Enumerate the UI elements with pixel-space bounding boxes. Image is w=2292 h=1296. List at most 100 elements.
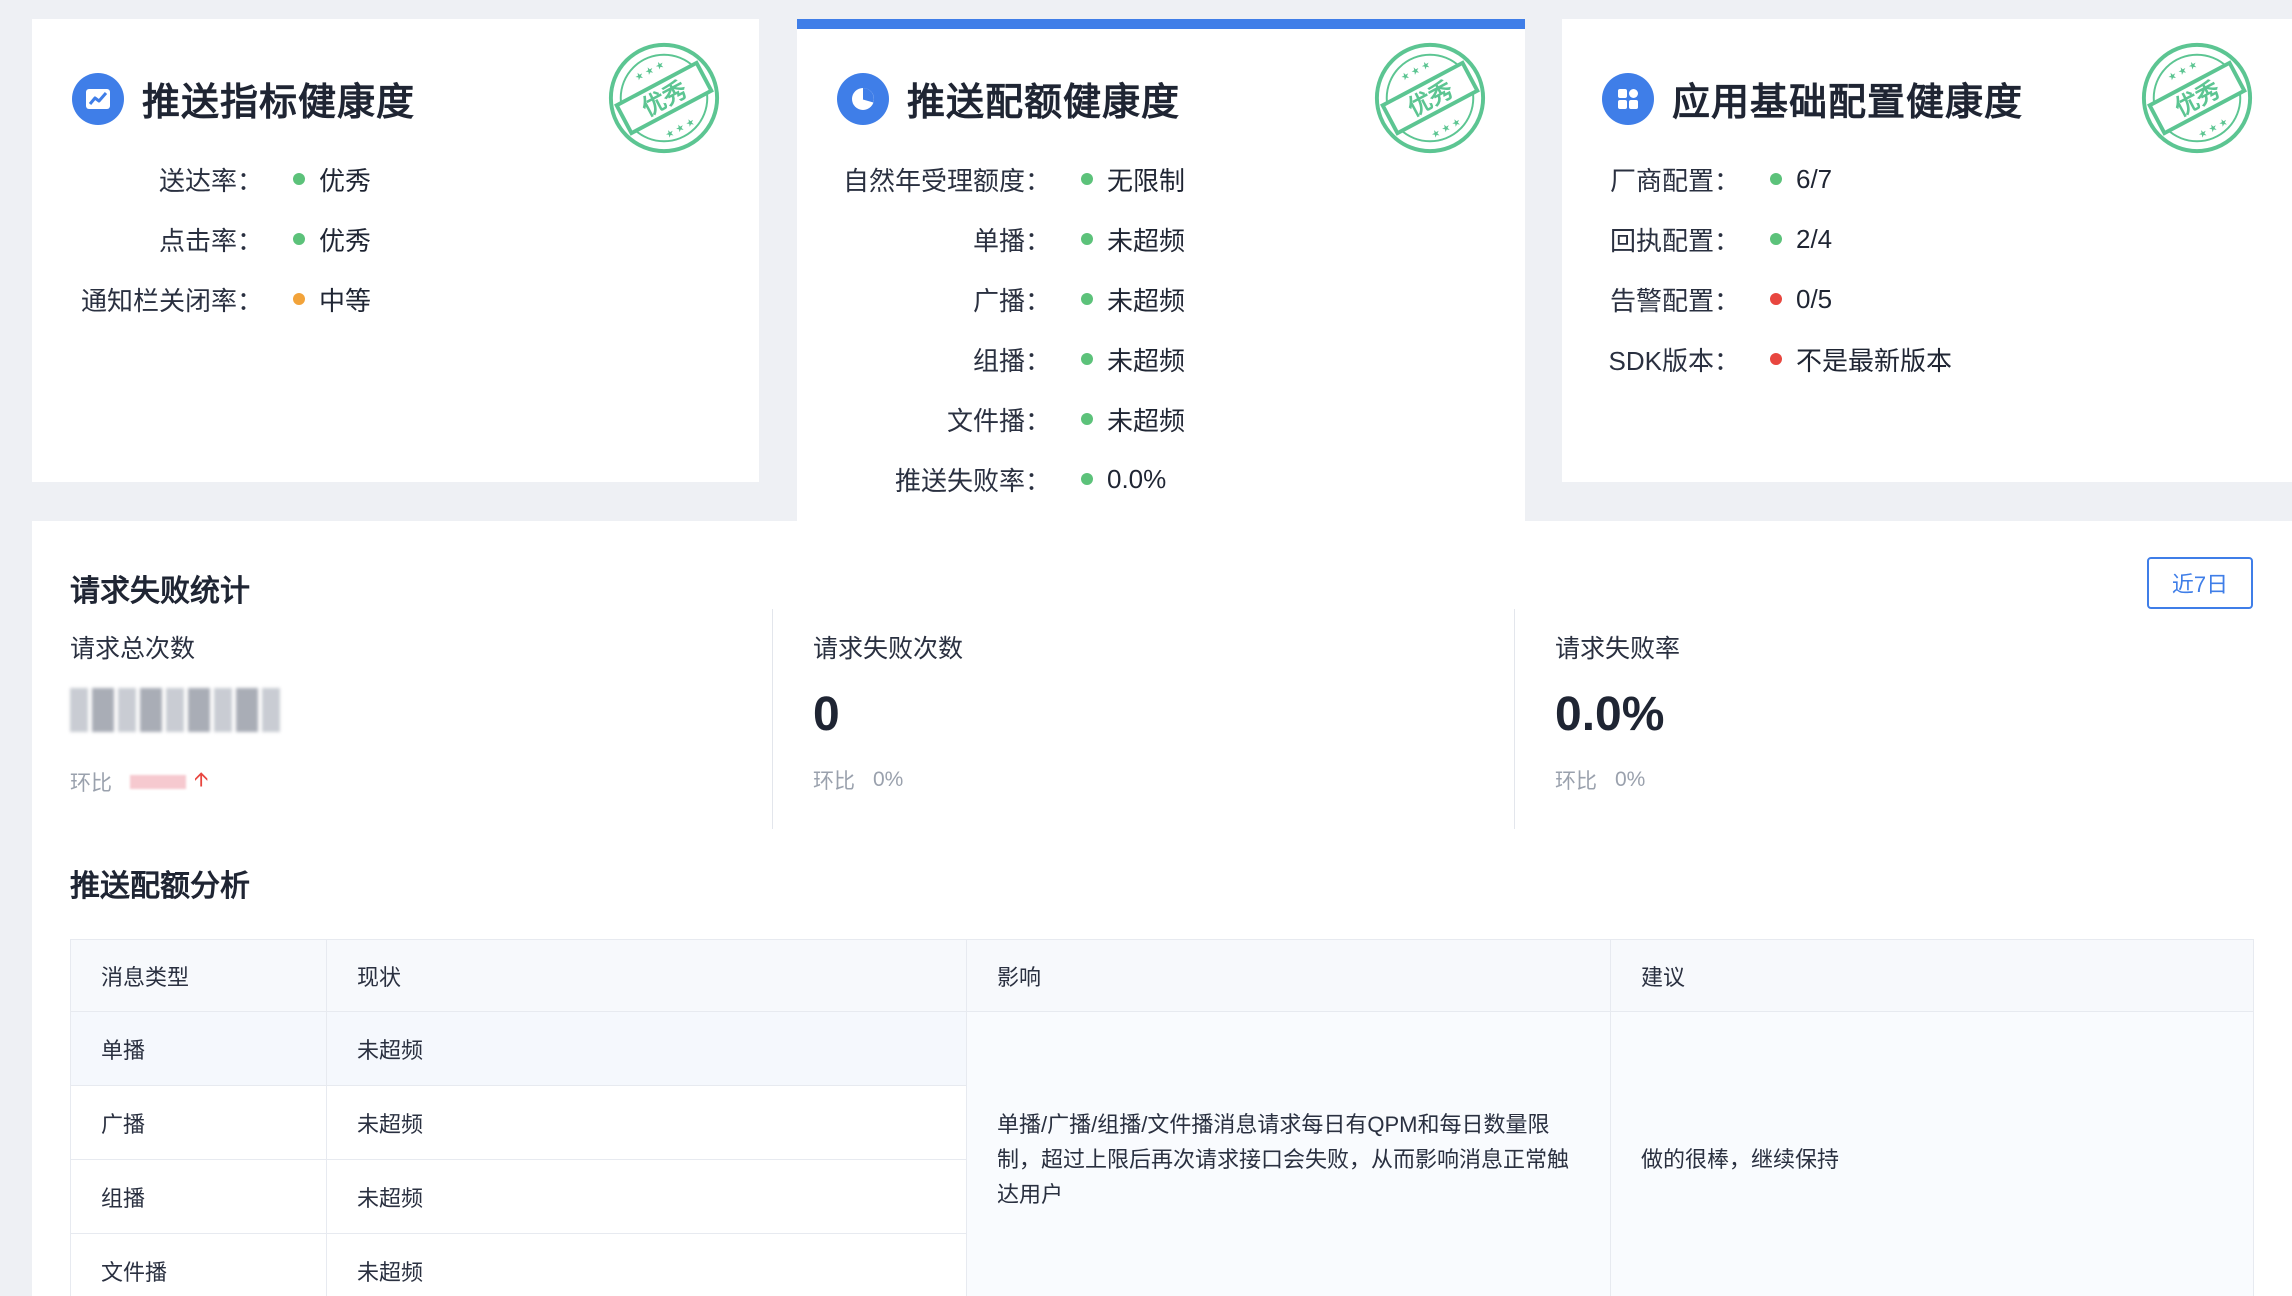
stat-value-redacted xyxy=(70,687,772,745)
config-card-header: 应用基础配置健康度 xyxy=(1602,71,2023,126)
comparison-label: 环比 xyxy=(1555,770,1597,793)
row-label: 点击率： xyxy=(158,225,263,256)
metrics-card-header: 推送指标健康度 xyxy=(72,71,415,126)
redacted-change xyxy=(130,775,186,789)
quota-row-filecast: 文件播： 未超频 xyxy=(797,389,1185,449)
row-value: 优秀 xyxy=(319,225,372,256)
row-value: 优秀 xyxy=(319,165,372,196)
status-dot xyxy=(1081,413,1093,425)
stat-label: 请求总次数 xyxy=(70,635,196,663)
row-value: 未超频 xyxy=(1107,345,1186,376)
row-value: 未超频 xyxy=(1107,285,1186,316)
cell-status: 未超频 xyxy=(326,1233,967,1296)
row-value: 0.0% xyxy=(1107,463,1167,494)
row-label: 通知栏关闭率： xyxy=(80,285,263,316)
stat-failure-rate: 请求失败率 0.0% 环比 0% xyxy=(1514,609,2256,829)
quota-analysis-table: 消息类型 现状 影响 建议 单播 未超频 单播/广播/组播/文件播消息请求每日有… xyxy=(70,939,2254,1296)
row-label: 推送失败率： xyxy=(894,465,1051,496)
quota-row-unicast: 单播： 未超频 xyxy=(797,209,1185,269)
status-dot xyxy=(1081,293,1093,305)
comparison-label: 环比 xyxy=(70,772,112,795)
cell-status: 未超频 xyxy=(326,1085,967,1160)
quota-analysis-title: 推送配额分析 xyxy=(70,870,250,903)
request-failure-title: 请求失败统计 xyxy=(70,575,250,608)
stat-total-requests: 请求总次数 环比 🡩 xyxy=(70,609,772,829)
metrics-card-title: 推送指标健康度 xyxy=(142,82,416,124)
cell-status: 未超频 xyxy=(326,1159,967,1234)
quota-health-card: 推送配额健康度 优秀 ★ ★ ★ ★ ★ ★ 自然年受理额度： 无限制 单播： … xyxy=(797,19,1525,521)
row-label: 广播： xyxy=(972,285,1051,316)
cell-type: 广播 xyxy=(70,1085,327,1160)
row-value: 不是最新版本 xyxy=(1796,345,1953,376)
metric-row-delivery: 送达率： 优秀 xyxy=(32,149,371,209)
row-label: 送达率： xyxy=(158,165,263,196)
status-dot xyxy=(1770,173,1782,185)
row-value: 中等 xyxy=(319,285,372,316)
last-7-days-button[interactable]: 近7日 xyxy=(2147,557,2253,609)
row-value: 无限制 xyxy=(1107,165,1186,196)
stat-label: 请求失败次数 xyxy=(813,635,964,663)
row-value: 未超频 xyxy=(1107,405,1186,436)
cell-status: 未超频 xyxy=(326,1011,967,1086)
row-value: 6/7 xyxy=(1796,163,1833,194)
config-card-title: 应用基础配置健康度 xyxy=(1672,82,2024,124)
row-label: 回执配置： xyxy=(1609,225,1740,256)
stat-comparison: 环比 🡩 xyxy=(70,765,772,799)
redacted-number xyxy=(70,687,772,733)
trend-chart-icon xyxy=(72,72,124,125)
stat-value: 0 xyxy=(813,688,840,741)
stat-label: 请求失败率 xyxy=(1555,635,1681,663)
comparison-value: 0% xyxy=(1615,768,1646,791)
metric-row-click: 点击率： 优秀 xyxy=(32,209,371,269)
row-value: 2/4 xyxy=(1796,223,1833,254)
row-label: 厂商配置： xyxy=(1609,165,1740,196)
apps-grid-icon xyxy=(1602,72,1654,125)
metrics-health-card: 推送指标健康度 优秀 ★ ★ ★ ★ ★ ★ 送达率： 优秀 点击率： 优秀 通… xyxy=(32,19,759,482)
status-dot xyxy=(1770,353,1782,365)
config-health-card: 应用基础配置健康度 优秀 ★ ★ ★ ★ ★ ★ 厂商配置： 6/7 回执配置：… xyxy=(1562,19,2292,482)
column-header-advice: 建议 xyxy=(1610,939,2254,1012)
cell-type: 组播 xyxy=(70,1159,327,1234)
comparison-value: 0% xyxy=(873,768,904,791)
quota-card-title: 推送配额健康度 xyxy=(907,82,1181,124)
status-dot xyxy=(293,173,305,185)
main-panel: 请求失败统计 近7日 请求总次数 环比 🡩 请求失败次数 0 环比 0% 请求失… xyxy=(32,521,2292,1296)
row-label: 自然年受理额度： xyxy=(842,165,1051,196)
excellent-stamp-icon: 优秀 ★ ★ ★ ★ ★ ★ xyxy=(608,42,720,154)
excellent-stamp-icon: 优秀 ★ ★ ★ ★ ★ ★ xyxy=(2141,42,2253,154)
quota-card-header: 推送配额健康度 xyxy=(837,71,1180,126)
column-header-impact: 影响 xyxy=(966,939,1611,1012)
column-header-status: 现状 xyxy=(326,939,967,1012)
cell-type: 文件播 xyxy=(70,1233,327,1296)
config-row-receipt: 回执配置： 2/4 xyxy=(1562,209,1952,269)
row-label: 告警配置： xyxy=(1609,285,1740,316)
cell-impact: 单播/广播/组播/文件播消息请求每日有QPM和每日数量限制，超过上限后再次请求接… xyxy=(966,1011,1611,1296)
table-row: 单播 未超频 单播/广播/组播/文件播消息请求每日有QPM和每日数量限制，超过上… xyxy=(70,1011,2254,1296)
status-dot xyxy=(293,293,305,305)
table-header-row: 消息类型 现状 影响 建议 xyxy=(70,939,2254,1012)
row-label: 组播： xyxy=(972,345,1051,376)
column-header-type: 消息类型 xyxy=(70,939,327,1012)
status-dot xyxy=(1081,173,1093,185)
quota-row-broadcast: 广播： 未超频 xyxy=(797,269,1185,329)
config-row-vendor: 厂商配置： 6/7 xyxy=(1562,149,1952,209)
config-row-alert: 告警配置： 0/5 xyxy=(1562,269,1952,329)
row-label: 文件播： xyxy=(946,405,1051,436)
quota-row-groupcast: 组播： 未超频 xyxy=(797,329,1185,389)
stat-comparison: 环比 0% xyxy=(1555,765,2256,795)
excellent-stamp-icon: 优秀 ★ ★ ★ ★ ★ ★ xyxy=(1374,42,1486,154)
row-label: 单播： xyxy=(972,225,1051,256)
metric-row-close: 通知栏关闭率： 中等 xyxy=(32,269,371,329)
row-label: SDK版本： xyxy=(1608,345,1740,376)
arrow-up-icon: 🡩 xyxy=(194,769,209,791)
quota-row-annual: 自然年受理额度： 无限制 xyxy=(797,149,1185,209)
status-dot xyxy=(1081,233,1093,245)
config-row-sdk: SDK版本： 不是最新版本 xyxy=(1562,329,1952,389)
row-value: 未超频 xyxy=(1107,225,1186,256)
stat-failed-requests: 请求失败次数 0 环比 0% xyxy=(772,609,1514,829)
row-value: 0/5 xyxy=(1796,283,1833,314)
quota-row-failrate: 推送失败率： 0.0% xyxy=(797,449,1185,509)
cell-advice: 做的很棒，继续保持 xyxy=(1610,1011,2254,1296)
stat-value: 0.0% xyxy=(1555,688,1665,741)
status-dot xyxy=(293,233,305,245)
